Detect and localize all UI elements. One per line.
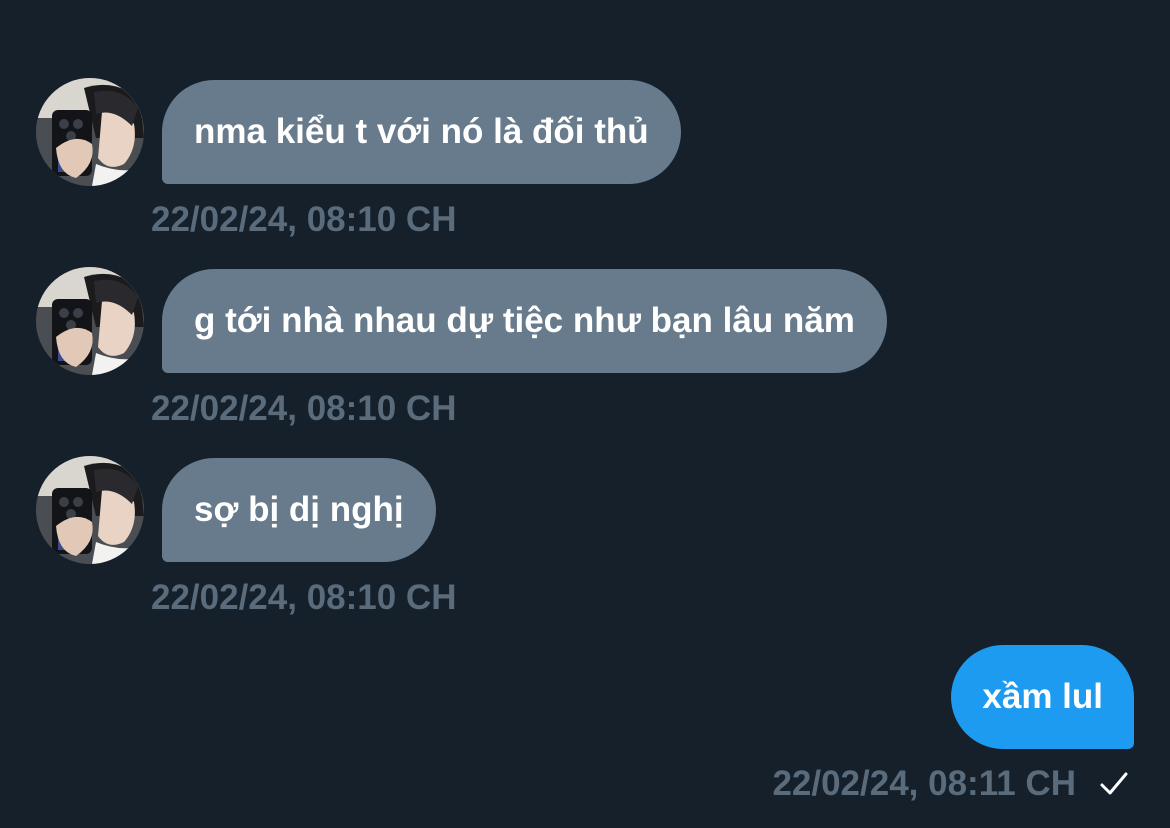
message-timestamp: 22/02/24, 08:10 CH	[151, 578, 457, 617]
message-timestamp: 22/02/24, 08:10 CH	[151, 389, 457, 428]
avatar[interactable]	[36, 267, 144, 375]
avatar-photo	[36, 78, 144, 186]
message-timestamp: 22/02/24, 08:10 CH	[151, 200, 457, 239]
avatar-photo	[36, 267, 144, 375]
avatar[interactable]	[36, 456, 144, 564]
check-icon	[1100, 772, 1128, 795]
message-bubble[interactable]: nma kiểu t với nó là đối thủ	[162, 80, 681, 184]
message-status-row: 22/02/24, 08:11 CH	[772, 762, 1130, 806]
avatar[interactable]	[36, 78, 144, 186]
message-bubble[interactable]: g tới nhà nhau dự tiệc như bạn lâu năm	[162, 269, 887, 373]
message-timestamp: 22/02/24, 08:11 CH	[772, 764, 1076, 803]
message-thread: nma kiểu t với nó là đối thủ 22/02/24, 0…	[0, 0, 1170, 828]
message-bubble[interactable]: sợ bị dị nghị	[162, 458, 436, 562]
message-bubble-outgoing[interactable]: xầm lul	[951, 645, 1134, 749]
avatar-photo	[36, 456, 144, 564]
